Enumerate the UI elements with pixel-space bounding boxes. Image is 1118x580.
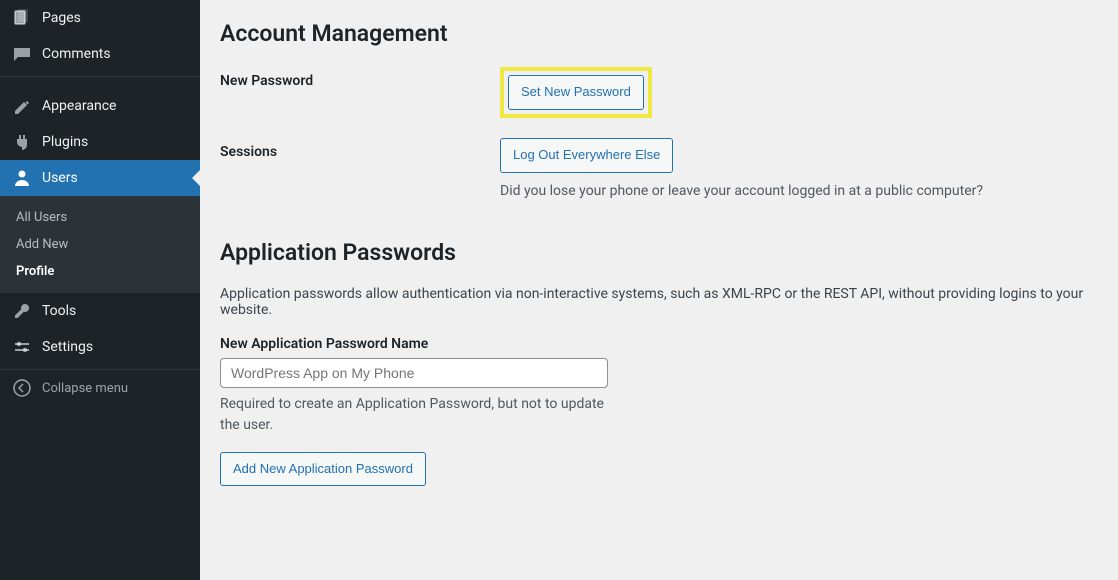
set-new-password-button[interactable]: Set New Password [508, 75, 644, 110]
submenu-all-users[interactable]: All Users [0, 204, 200, 231]
sessions-label: Sessions [220, 138, 500, 160]
sidebar-item-comments[interactable]: Comments [0, 36, 200, 72]
sidebar-item-settings[interactable]: Settings [0, 329, 200, 365]
sidebar-item-tools[interactable]: Tools [0, 293, 200, 329]
submenu-add-new[interactable]: Add New [0, 231, 200, 258]
highlight-annotation: Set New Password [500, 67, 652, 118]
new-password-row: New Password Set New Password [220, 67, 1098, 118]
admin-sidebar: Pages Comments Appearance Plugins Users … [0, 0, 200, 580]
sidebar-item-pages[interactable]: Pages [0, 0, 200, 36]
sidebar-item-appearance[interactable]: Appearance [0, 88, 200, 124]
collapse-menu[interactable]: Collapse menu [0, 369, 200, 406]
users-icon [12, 168, 32, 188]
main-content: Account Management New Password Set New … [200, 0, 1118, 580]
sidebar-item-label: Appearance [42, 98, 116, 114]
application-passwords-description: Application passwords allow authenticati… [220, 286, 1098, 318]
sessions-row: Sessions Log Out Everywhere Else Did you… [220, 138, 1098, 199]
plugins-icon [12, 132, 32, 152]
sidebar-item-label: Tools [42, 303, 76, 319]
sidebar-item-label: Plugins [42, 134, 88, 150]
sessions-help-text: Did you lose your phone or leave your ac… [500, 183, 1098, 199]
sidebar-item-users[interactable]: Users [0, 160, 200, 196]
collapse-label: Collapse menu [42, 381, 128, 396]
collapse-icon [12, 378, 32, 398]
new-password-label: New Password [220, 67, 500, 89]
account-management-heading: Account Management [220, 20, 1098, 47]
sidebar-item-label: Users [42, 170, 78, 186]
sidebar-item-label: Settings [42, 339, 93, 355]
logout-everywhere-button[interactable]: Log Out Everywhere Else [500, 138, 673, 173]
tools-icon [12, 301, 32, 321]
add-application-password-button[interactable]: Add New Application Password [220, 452, 426, 487]
app-password-name-help: Required to create an Application Passwo… [220, 394, 608, 436]
sidebar-item-label: Pages [42, 10, 81, 26]
application-passwords-heading: Application Passwords [220, 239, 1098, 266]
sidebar-item-plugins[interactable]: Plugins [0, 124, 200, 160]
appearance-icon [12, 96, 32, 116]
comments-icon [12, 44, 32, 64]
app-password-name-label: New Application Password Name [220, 336, 1098, 352]
app-password-name-input[interactable] [220, 358, 608, 388]
submenu-profile[interactable]: Profile [0, 258, 200, 285]
pages-icon [12, 8, 32, 28]
settings-icon [12, 337, 32, 357]
sidebar-item-label: Comments [42, 46, 111, 62]
users-submenu: All Users Add New Profile [0, 196, 200, 293]
